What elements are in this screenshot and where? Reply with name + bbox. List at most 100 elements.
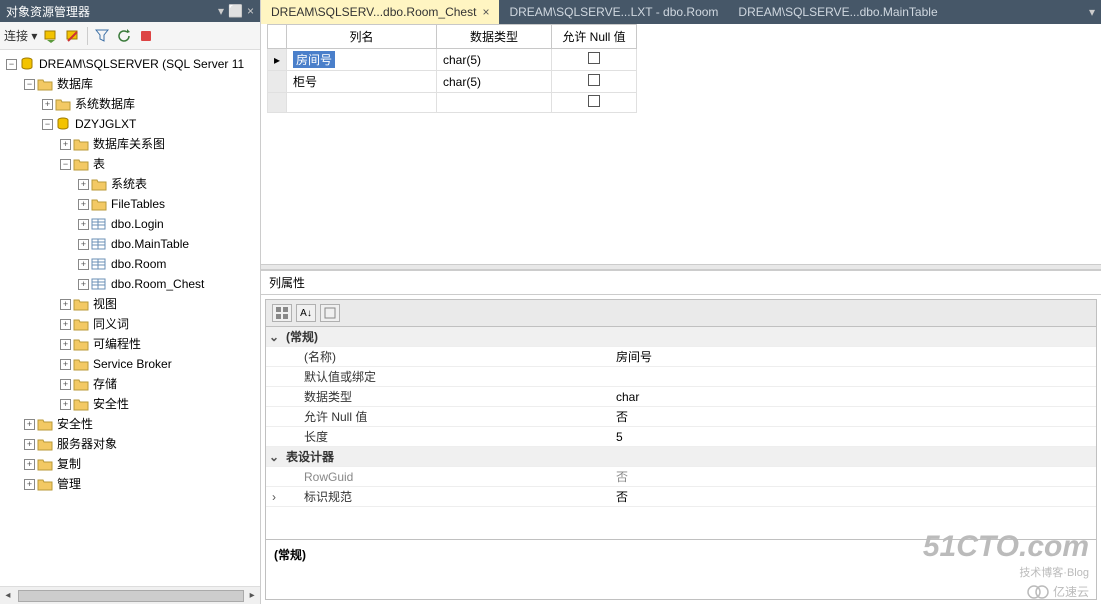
row-selector[interactable] (268, 71, 287, 93)
prop-row-name[interactable]: (名称)房间号 (266, 347, 1096, 367)
folder-icon (73, 316, 89, 332)
connect-icon[interactable] (43, 28, 59, 44)
folder-icon (55, 96, 71, 112)
column-row-empty[interactable] (268, 93, 637, 113)
prop-row-rowguid[interactable]: RowGuid否 (266, 467, 1096, 487)
table-room-node[interactable]: +dbo.Room (78, 254, 260, 274)
table-maintable-node[interactable]: +dbo.MainTable (78, 234, 260, 254)
datatype-cell[interactable]: char(5) (437, 71, 552, 93)
object-explorer-panel: 对象资源管理器 ▾ ⬜ × 连接 ▾ −DREAM\SQLSERVER (SQL… (0, 0, 261, 604)
databases-node[interactable]: −数据库 (24, 74, 260, 94)
checkbox-icon[interactable] (588, 52, 600, 64)
explorer-hscrollbar[interactable]: ◂ ▸ (0, 586, 260, 604)
synonyms-node[interactable]: +同义词 (60, 314, 260, 334)
document-tabs: DREAM\SQLSERV...dbo.Room_Chest× DREAM\SQ… (261, 0, 1101, 24)
column-grid[interactable]: 列名 数据类型 允许 Null 值 ▸ 房间号 char(5) 柜号 char(… (267, 24, 637, 113)
refresh-icon[interactable] (116, 28, 132, 44)
tab-room[interactable]: DREAM\SQLSERVE...LXT - dbo.Room (499, 0, 728, 24)
views-node[interactable]: +视图 (60, 294, 260, 314)
userdb-node[interactable]: −DZYJGLXT (42, 114, 260, 134)
folder-icon (73, 376, 89, 392)
prop-row-identity[interactable]: ›标识规范否 (266, 487, 1096, 507)
systables-node[interactable]: +系统表 (78, 174, 260, 194)
serverobj-node[interactable]: +服务器对象 (24, 434, 260, 454)
collapse-icon[interactable]: ⌄ (266, 450, 282, 464)
scroll-left-icon[interactable]: ◂ (0, 590, 16, 601)
disconnect-icon[interactable] (65, 28, 81, 44)
management-node[interactable]: +管理 (24, 474, 260, 494)
row-selector[interactable] (268, 93, 287, 113)
separator (87, 27, 88, 45)
tab-overflow-icon[interactable]: ▾ (1083, 0, 1101, 24)
categorized-button[interactable] (272, 304, 292, 322)
scroll-thumb[interactable] (18, 590, 245, 602)
connect-dropdown[interactable]: 连接 ▾ (4, 27, 37, 44)
header-allownull[interactable]: 允许 Null 值 (551, 25, 636, 49)
expand-icon[interactable]: › (266, 490, 282, 504)
dbsecurity-node[interactable]: +安全性 (60, 394, 260, 414)
security-node[interactable]: +安全性 (24, 414, 260, 434)
prop-row-length[interactable]: 长度5 (266, 427, 1096, 447)
header-colname[interactable]: 列名 (287, 25, 437, 49)
folder-icon (37, 476, 53, 492)
allownull-cell[interactable] (551, 49, 636, 71)
column-row[interactable]: 柜号 char(5) (268, 71, 637, 93)
tab-room-chest[interactable]: DREAM\SQLSERV...dbo.Room_Chest× (261, 0, 499, 24)
colname-cell[interactable] (287, 93, 437, 113)
prop-category-general[interactable]: ⌄(常规) (266, 327, 1096, 347)
sysdb-node[interactable]: +系统数据库 (42, 94, 260, 114)
close-icon[interactable]: × (247, 4, 254, 18)
prop-category-designer[interactable]: ⌄表设计器 (266, 447, 1096, 467)
datatype-cell[interactable]: char(5) (437, 49, 552, 71)
checkbox-icon[interactable] (588, 95, 600, 107)
table-login-node[interactable]: +dbo.Login (78, 214, 260, 234)
colname-cell[interactable]: 房间号 (287, 49, 437, 71)
prop-row-default[interactable]: 默认值或绑定 (266, 367, 1096, 387)
colname-cell[interactable]: 柜号 (287, 71, 437, 93)
dropdown-icon[interactable]: ▾ (218, 4, 224, 18)
datatype-cell[interactable] (437, 93, 552, 113)
folder-icon (73, 396, 89, 412)
checkbox-icon[interactable] (588, 74, 600, 86)
database-icon (55, 116, 71, 132)
stop-icon[interactable] (138, 28, 154, 44)
storage-node[interactable]: +存储 (60, 374, 260, 394)
folder-icon (73, 296, 89, 312)
filter-icon[interactable] (94, 28, 110, 44)
properties-pages-button[interactable] (320, 304, 340, 322)
prop-row-allownull[interactable]: 允许 Null 值否 (266, 407, 1096, 427)
header-datatype[interactable]: 数据类型 (437, 25, 552, 49)
allownull-cell[interactable] (551, 71, 636, 93)
folder-icon (73, 136, 89, 152)
filetables-node[interactable]: +FileTables (78, 194, 260, 214)
prop-row-datatype[interactable]: 数据类型char (266, 387, 1096, 407)
folder-icon (91, 176, 107, 192)
properties-grid[interactable]: ⌄(常规) (名称)房间号 默认值或绑定 数据类型char 允许 Null 值否… (265, 326, 1097, 540)
folder-icon (73, 156, 89, 172)
tab-maintable[interactable]: DREAM\SQLSERVE...dbo.MainTable (728, 0, 947, 24)
alphabetical-button[interactable]: A↓ (296, 304, 316, 322)
programmability-node[interactable]: +可编程性 (60, 334, 260, 354)
properties-title: 列属性 (261, 271, 1101, 295)
scroll-right-icon[interactable]: ▸ (244, 590, 260, 601)
close-icon[interactable]: × (482, 5, 489, 19)
column-row[interactable]: ▸ 房间号 char(5) (268, 49, 637, 71)
collapse-icon[interactable]: ⌄ (266, 330, 282, 344)
object-tree[interactable]: −DREAM\SQLSERVER (SQL Server 11 −数据库 +系统… (0, 50, 260, 586)
table-icon (91, 276, 107, 292)
servicebroker-node[interactable]: +Service Broker (60, 354, 260, 374)
folder-icon (37, 76, 53, 92)
table-roomchest-node[interactable]: +dbo.Room_Chest (78, 274, 260, 294)
folder-icon (37, 456, 53, 472)
tables-node[interactable]: −表 (60, 154, 260, 174)
replication-node[interactable]: +复制 (24, 454, 260, 474)
table-icon (91, 216, 107, 232)
row-selector-icon[interactable]: ▸ (268, 49, 287, 71)
folder-icon (37, 436, 53, 452)
pin-icon[interactable]: ⬜ (228, 4, 243, 18)
folder-icon (37, 416, 53, 432)
diagrams-node[interactable]: +数据库关系图 (60, 134, 260, 154)
column-grid-panel: 列名 数据类型 允许 Null 值 ▸ 房间号 char(5) 柜号 char(… (261, 24, 1101, 264)
server-node[interactable]: −DREAM\SQLSERVER (SQL Server 11 (6, 54, 260, 74)
allownull-cell[interactable] (551, 93, 636, 113)
